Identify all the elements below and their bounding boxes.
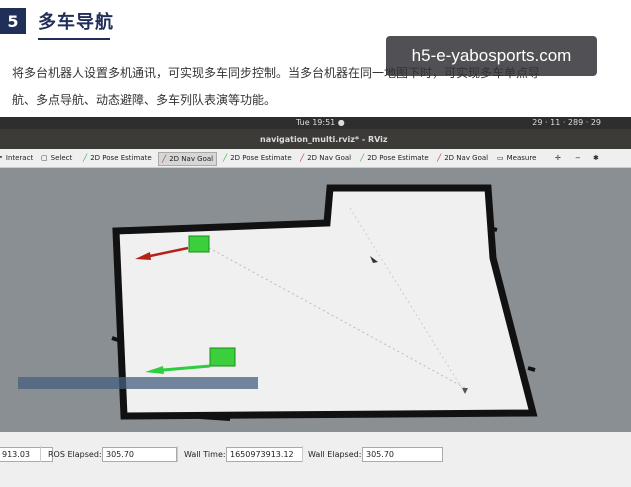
tool-2d-pose-estimate-2[interactable]: ╱ 2D Pose Estimate xyxy=(220,152,295,164)
tool-label: Interact xyxy=(5,154,34,162)
gear-icon: ✱ xyxy=(593,154,599,162)
section-title: 多车导航 xyxy=(38,12,114,33)
system-clock: Tue 19:51 ● xyxy=(296,118,345,127)
map-viewport[interactable] xyxy=(0,168,631,432)
ros-time-field: 913.03 xyxy=(0,447,53,462)
tool-label: 2D Pose Estimate xyxy=(367,154,429,162)
system-tray: 29 · 11 · 289 · 29 xyxy=(532,118,601,127)
cursor-icon: ➚ xyxy=(0,154,3,162)
nav-goal-icon: ╱ xyxy=(437,154,442,162)
tool-label: 2D Nav Goal xyxy=(307,154,352,162)
select-icon: ▢ xyxy=(41,154,48,162)
section-underline xyxy=(38,38,110,40)
minus-icon: − xyxy=(575,154,581,162)
tool-label: Select xyxy=(50,154,73,162)
ros-elapsed-field: 305.70 xyxy=(102,447,177,462)
pose-arrow-icon: ╱ xyxy=(223,154,228,162)
plus-icon: ✛ xyxy=(555,154,561,162)
pose-arrow-icon: ╱ xyxy=(360,154,365,162)
tool-select[interactable]: ▢ Select xyxy=(38,152,75,164)
status-separator xyxy=(302,446,303,462)
tool-label: 2D Nav Goal xyxy=(169,155,214,163)
wall-elapsed-field: 305.70 xyxy=(362,447,443,462)
tool-2d-pose-estimate-1[interactable]: ╱ 2D Pose Estimate xyxy=(80,152,155,164)
add-tool-button[interactable]: ✛ xyxy=(552,152,564,164)
nav-goal-icon: ╱ xyxy=(300,154,305,162)
section-number: 5 xyxy=(0,8,26,34)
pose-arrow-icon: ╱ xyxy=(83,154,88,162)
watermark-banner: h5-e-yabosports.com xyxy=(386,36,597,76)
robot-1-footprint xyxy=(188,235,210,253)
tool-2d-nav-goal-3[interactable]: ╱ 2D Nav Goal xyxy=(434,152,491,164)
wall-elapsed-label: Wall Elapsed: xyxy=(308,450,362,459)
nav-goal-icon: ╱ xyxy=(162,155,167,163)
wall-time-label: Wall Time: xyxy=(184,450,226,459)
tool-label: Measure xyxy=(506,154,537,162)
tool-2d-nav-goal-2[interactable]: ╱ 2D Nav Goal xyxy=(297,152,354,164)
remove-tool-button[interactable]: − xyxy=(572,152,584,164)
status-separator xyxy=(40,446,41,462)
status-separator xyxy=(177,446,178,462)
tool-label: 2D Nav Goal xyxy=(444,154,489,162)
tool-2d-nav-goal-1[interactable]: ╱ 2D Nav Goal xyxy=(158,152,218,166)
tool-settings-button[interactable]: ✱ xyxy=(590,152,602,164)
robot-2-footprint xyxy=(209,347,236,367)
wall-time-field: 1650973913.12 xyxy=(226,447,303,462)
rviz-screenshot: Tue 19:51 ● 29 · 11 · 289 · 29 navigatio… xyxy=(0,117,631,487)
description-line-2: 航、多点导航、动态避障、多车列队表演等功能。 xyxy=(12,93,277,107)
system-top-bar: Tue 19:51 ● 29 · 11 · 289 · 29 xyxy=(0,117,631,129)
occupancy-map xyxy=(0,168,631,432)
window-title: navigation_multi.rviz* - RViz xyxy=(260,135,388,144)
ros-elapsed-label: ROS Elapsed: xyxy=(48,450,102,459)
tool-label: 2D Pose Estimate xyxy=(90,154,152,162)
tool-label: 2D Pose Estimate xyxy=(230,154,292,162)
window-title-bar: navigation_multi.rviz* - RViz xyxy=(0,129,631,149)
tool-2d-pose-estimate-3[interactable]: ╱ 2D Pose Estimate xyxy=(357,152,432,164)
rviz-toolbar: ➚ Interact ▢ Select ╱ 2D Pose Estimate ╱… xyxy=(0,149,631,168)
tool-measure[interactable]: ▭ Measure xyxy=(494,152,539,164)
ruler-icon: ▭ xyxy=(497,154,504,162)
tool-interact[interactable]: ➚ Interact xyxy=(0,152,36,164)
time-status-bar: 913.03 ROS Elapsed: 305.70 Wall Time: 16… xyxy=(0,432,631,487)
overlay-bar xyxy=(18,377,258,389)
